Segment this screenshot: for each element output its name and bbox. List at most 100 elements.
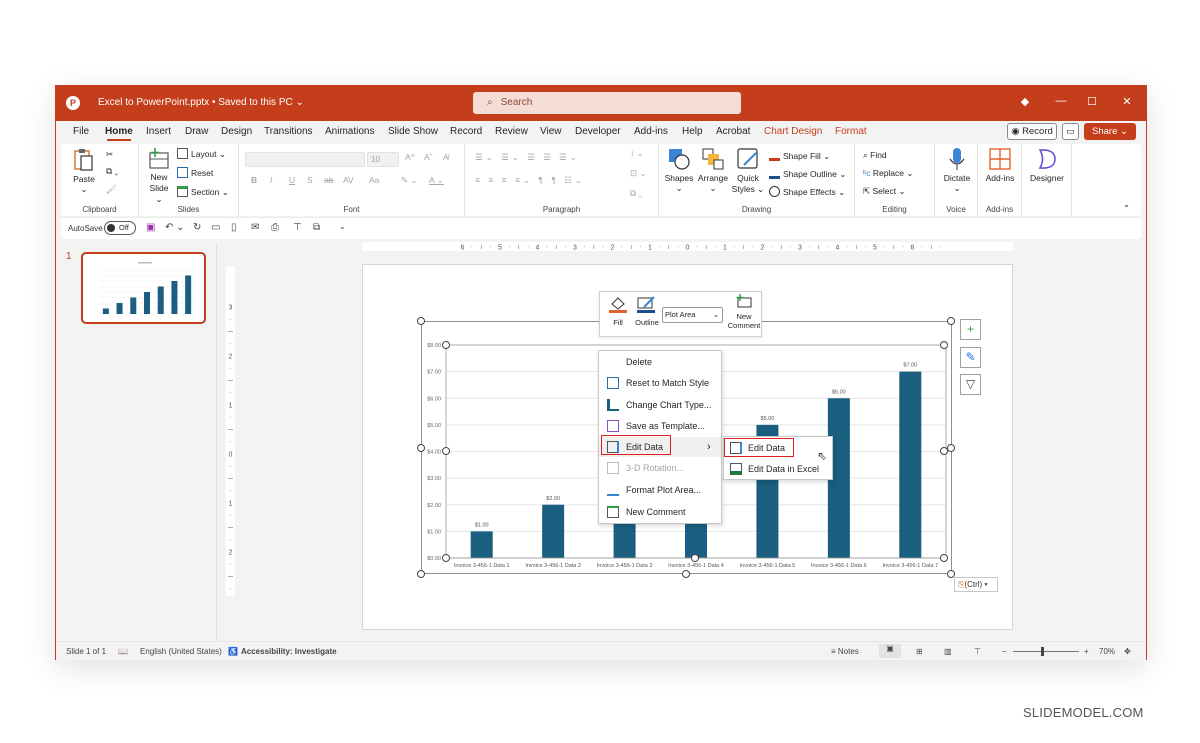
fit-to-window-icon[interactable]: ✥ bbox=[1124, 647, 1131, 656]
menu-item-change-chart-type[interactable]: Change Chart Type... bbox=[599, 395, 721, 415]
tab-design[interactable]: Design bbox=[221, 126, 252, 137]
close-button[interactable]: ✕ bbox=[1119, 95, 1135, 108]
tab-insert[interactable]: Insert bbox=[146, 126, 171, 137]
tab-format[interactable]: Format bbox=[835, 126, 867, 137]
shape-outline-button[interactable]: Shape Outline ⌄ bbox=[769, 168, 846, 180]
replace-button[interactable]: ᵇc Replace ⌄ bbox=[863, 168, 914, 179]
maximize-button[interactable]: ☐ bbox=[1084, 95, 1100, 108]
fill-button[interactable]: Fill bbox=[606, 295, 630, 327]
premium-icon[interactable]: ◆ bbox=[1017, 95, 1033, 108]
chart-resize-handle[interactable] bbox=[417, 317, 425, 325]
print-icon[interactable]: ⎙ bbox=[271, 222, 279, 233]
designer-button[interactable]: Designer bbox=[1026, 147, 1068, 183]
chart-styles-button[interactable]: ✎ bbox=[960, 347, 981, 368]
plot-area-resize-handle[interactable] bbox=[442, 341, 450, 349]
slide-sorter-button[interactable]: ⊞ bbox=[916, 647, 923, 656]
shapes-button[interactable]: Shapes ⌄ bbox=[663, 147, 695, 194]
pane-divider[interactable] bbox=[216, 243, 217, 641]
find-button[interactable]: ⌕ Find bbox=[863, 150, 887, 161]
customize-qat-icon[interactable]: ⌄ bbox=[339, 222, 346, 231]
zoom-level[interactable]: 70% bbox=[1099, 647, 1115, 656]
share-button[interactable]: Share ⌄ bbox=[1084, 123, 1136, 140]
grow-font-button[interactable]: A^ bbox=[405, 152, 415, 162]
text-direction-icon[interactable]: ↕ ⌄ bbox=[630, 148, 644, 159]
shadow-button[interactable]: S bbox=[307, 175, 313, 185]
shape-effects-button[interactable]: Shape Effects ⌄ bbox=[769, 186, 845, 198]
align-text-icon[interactable]: ⊡ ⌄ bbox=[630, 168, 647, 179]
menu-item-delete[interactable]: Delete bbox=[599, 352, 721, 372]
chart-resize-handle[interactable] bbox=[417, 570, 425, 578]
notes-button[interactable]: ≡ Notes bbox=[831, 647, 859, 656]
strikethrough-button[interactable]: ab bbox=[324, 175, 333, 185]
paste-button[interactable]: Paste ⌄ bbox=[71, 148, 97, 195]
open-folder-icon[interactable]: ▭ bbox=[211, 222, 220, 233]
select-button[interactable]: ⇱ Select ⌄ bbox=[863, 186, 906, 197]
chart-resize-handle[interactable] bbox=[682, 570, 690, 578]
arrange-button[interactable]: Arrange ⌄ bbox=[697, 147, 729, 194]
change-case-button[interactable]: Aa bbox=[369, 175, 379, 185]
zoom-slider-thumb[interactable] bbox=[1041, 647, 1045, 656]
tab-view[interactable]: View bbox=[540, 126, 562, 137]
plot-area-resize-handle[interactable] bbox=[940, 554, 948, 562]
slide-thumbnail-1[interactable] bbox=[81, 252, 206, 324]
autosave-toggle[interactable]: Off bbox=[104, 221, 136, 235]
cut-icon[interactable]: ✂ bbox=[106, 149, 113, 160]
plot-area-resize-handle[interactable] bbox=[442, 447, 450, 455]
tab-add-ins[interactable]: Add-ins bbox=[634, 126, 668, 137]
italic-button[interactable]: I bbox=[270, 175, 272, 185]
present-icon[interactable]: ⊤ bbox=[293, 222, 302, 233]
comments-button[interactable]: ▭ bbox=[1062, 123, 1079, 140]
char-spacing-button[interactable]: AV bbox=[343, 175, 354, 185]
language-status[interactable]: English (United States) bbox=[140, 647, 222, 656]
plot-area-resize-handle[interactable] bbox=[940, 341, 948, 349]
zoom-out-button[interactable]: − bbox=[1002, 647, 1007, 656]
record-button[interactable]: ◉ Record bbox=[1007, 123, 1057, 140]
slideshow-view-button[interactable]: ⊤ bbox=[974, 647, 981, 656]
add-ins-button[interactable]: Add-ins bbox=[982, 147, 1018, 183]
zoom-in-button[interactable]: + bbox=[1084, 647, 1089, 656]
tab-chart-design[interactable]: Chart Design bbox=[764, 126, 822, 137]
paste-options-button[interactable]: ⎘(Ctrl) ▾ bbox=[954, 577, 998, 592]
font-color-icon[interactable]: A ⌄ bbox=[429, 175, 444, 186]
menu-item-format-plot-area[interactable]: Format Plot Area... bbox=[599, 480, 721, 500]
smartart-icon[interactable]: ⧉ ⌄ bbox=[630, 188, 642, 199]
redo-icon[interactable]: ↻ bbox=[193, 222, 201, 233]
tab-home[interactable]: Home bbox=[105, 126, 133, 141]
tab-slide-show[interactable]: Slide Show bbox=[388, 126, 438, 137]
collapse-ribbon-icon[interactable]: ⌄ bbox=[1123, 199, 1130, 210]
quick-styles-button[interactable]: Quick Styles ⌄ bbox=[731, 147, 765, 195]
reading-view-button[interactable]: ▥ bbox=[944, 647, 952, 656]
align-buttons[interactable]: ≡ ≡ ≡ ≡⌄ ¶ ¶ ☷⌄ bbox=[475, 175, 585, 186]
menu-item-save-template[interactable]: Save as Template... bbox=[599, 416, 721, 436]
section-button[interactable]: Section ⌄ bbox=[177, 186, 229, 198]
undo-icon[interactable]: ↶ ⌄ bbox=[165, 222, 185, 233]
highlight-icon[interactable]: ✎ ⌄ bbox=[401, 175, 418, 186]
document-title[interactable]: Excel to PowerPoint.pptx • Saved to this… bbox=[98, 97, 304, 108]
tab-help[interactable]: Help bbox=[682, 126, 703, 137]
outline-button[interactable]: Outline bbox=[633, 295, 661, 327]
tab-developer[interactable]: Developer bbox=[575, 126, 621, 137]
tab-acrobat[interactable]: Acrobat bbox=[716, 126, 750, 137]
search-box[interactable]: ⌕ Search bbox=[473, 92, 741, 114]
submenu-item-edit-data-excel[interactable]: Edit Data in Excel bbox=[724, 459, 832, 479]
plot-area-resize-handle[interactable] bbox=[442, 554, 450, 562]
menu-item-reset-style[interactable]: Reset to Match Style bbox=[599, 373, 721, 393]
minimize-button[interactable]: — bbox=[1053, 95, 1069, 107]
chart-element-select[interactable]: Plot Area ⌄ bbox=[662, 307, 723, 323]
font-size-input[interactable]: 10 bbox=[367, 152, 399, 167]
tab-animations[interactable]: Animations bbox=[325, 126, 374, 137]
new-file-icon[interactable]: ▯ bbox=[231, 222, 237, 233]
chart-elements-button[interactable]: + bbox=[960, 319, 981, 340]
new-slide-button[interactable]: New Slide ⌄ bbox=[145, 148, 173, 205]
plot-area-resize-handle[interactable] bbox=[940, 447, 948, 455]
clear-format-icon[interactable]: A̸ bbox=[443, 152, 449, 162]
zoom-slider[interactable] bbox=[1013, 647, 1079, 656]
accessibility-status[interactable]: Accessibility: Investigate bbox=[241, 647, 337, 656]
chart-resize-handle[interactable] bbox=[417, 444, 425, 452]
reset-button[interactable]: Reset bbox=[177, 167, 213, 178]
spellcheck-icon[interactable]: 📖 bbox=[118, 647, 128, 656]
shape-fill-button[interactable]: Shape Fill ⌄ bbox=[769, 150, 830, 162]
dictate-button[interactable]: Dictate ⌄ bbox=[939, 147, 975, 194]
email-icon[interactable]: ✉ bbox=[251, 222, 259, 233]
tab-draw[interactable]: Draw bbox=[185, 126, 208, 137]
